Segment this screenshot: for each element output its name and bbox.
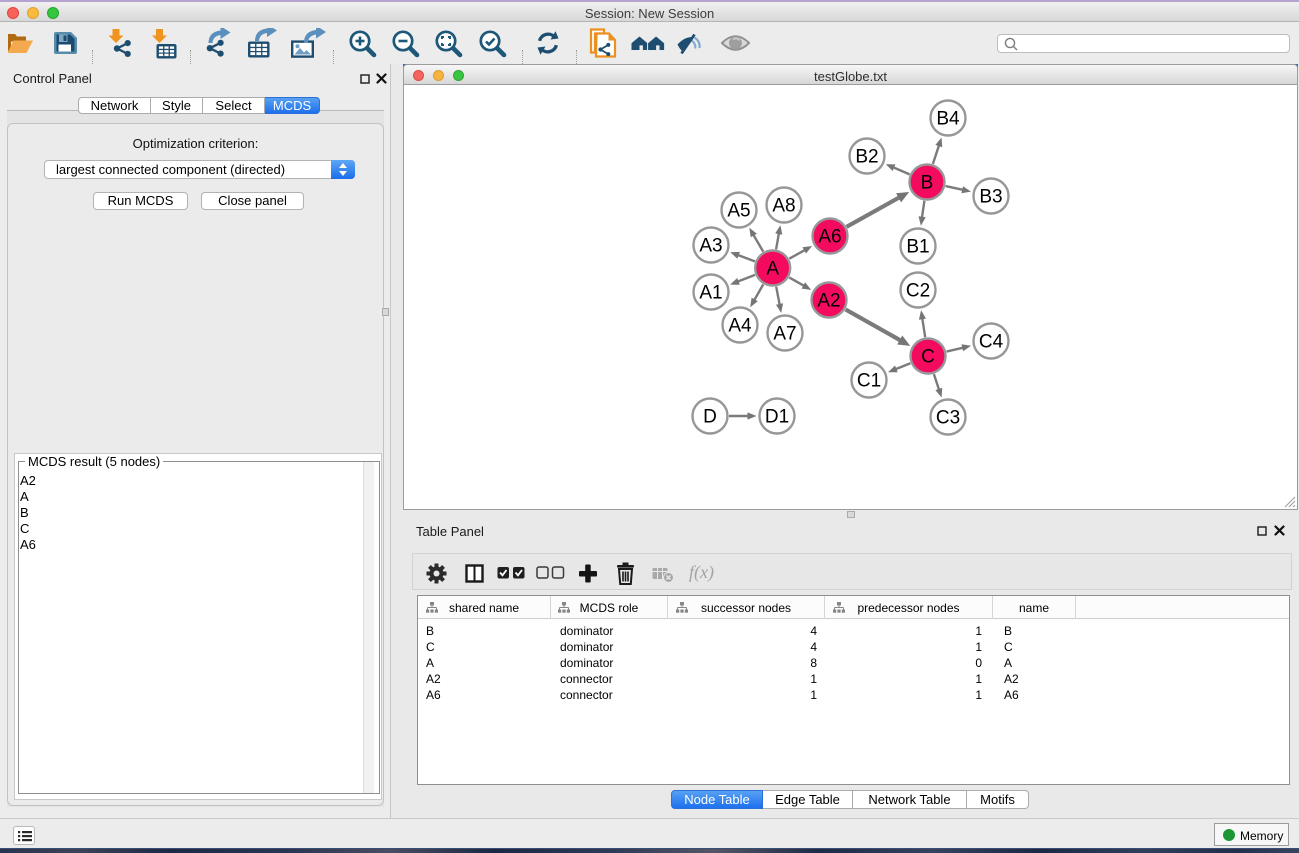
svg-text:B1: B1 <box>906 237 929 258</box>
svg-text:A4: A4 <box>728 316 752 337</box>
svg-text:A8: A8 <box>772 196 795 217</box>
svg-text:A: A <box>766 259 779 280</box>
svg-text:D1: D1 <box>765 407 789 428</box>
svg-text:C2: C2 <box>906 281 930 302</box>
svg-text:C: C <box>921 347 935 368</box>
svg-text:C3: C3 <box>936 408 960 429</box>
svg-text:A2: A2 <box>817 291 840 312</box>
svg-text:D: D <box>703 407 717 428</box>
svg-text:A1: A1 <box>699 283 722 304</box>
svg-text:A5: A5 <box>727 201 750 222</box>
svg-text:B4: B4 <box>936 109 960 130</box>
svg-text:B: B <box>921 173 934 194</box>
svg-text:A6: A6 <box>818 227 841 248</box>
svg-text:C4: C4 <box>979 332 1004 353</box>
svg-text:A3: A3 <box>699 236 722 257</box>
svg-text:B3: B3 <box>979 187 1002 208</box>
svg-text:A7: A7 <box>773 324 796 345</box>
svg-text:B2: B2 <box>855 147 878 168</box>
svg-text:C1: C1 <box>857 371 881 392</box>
